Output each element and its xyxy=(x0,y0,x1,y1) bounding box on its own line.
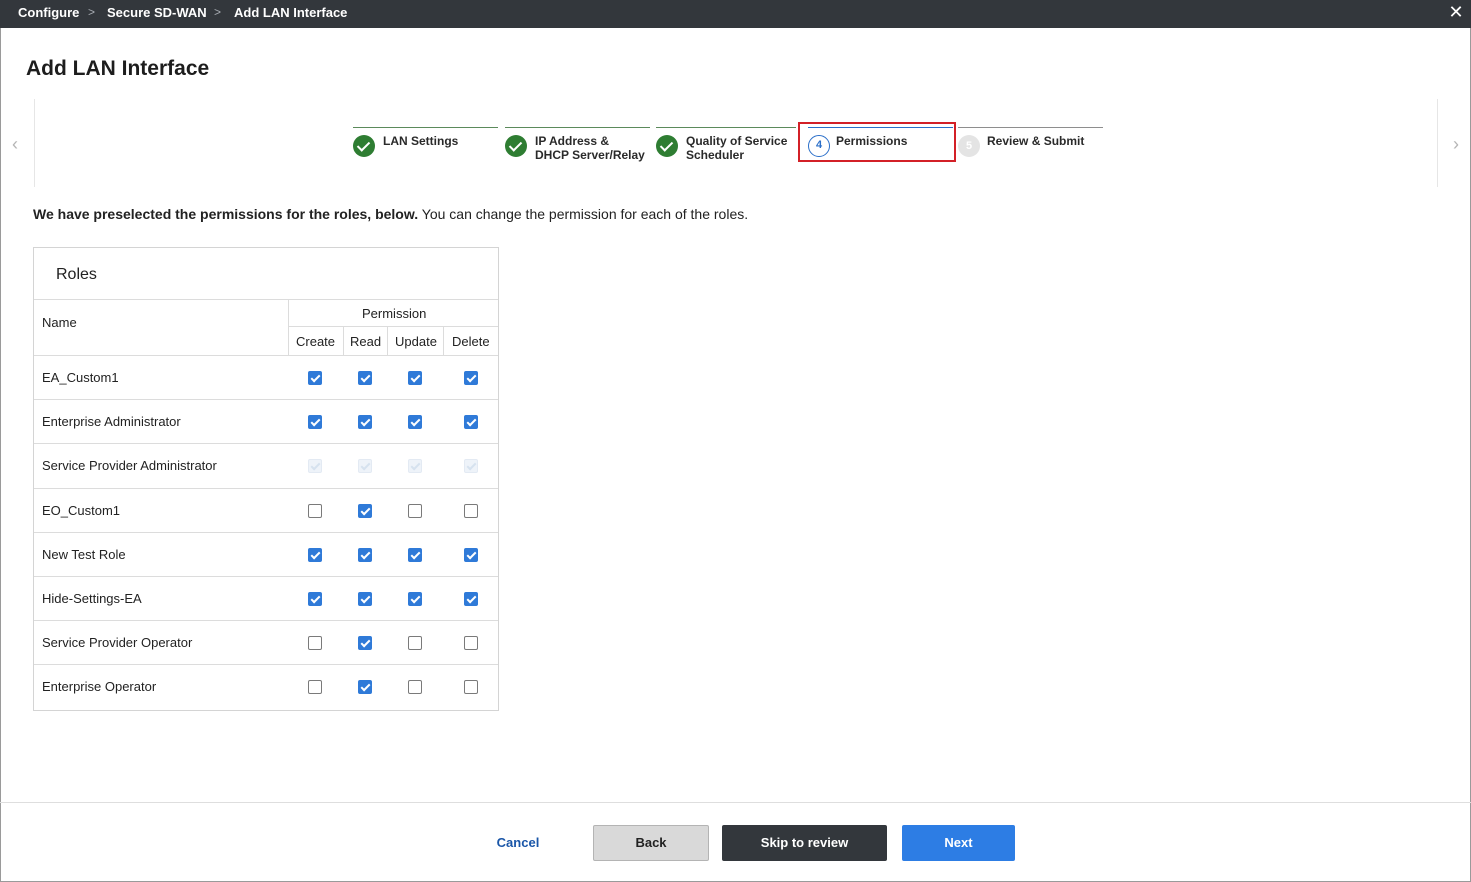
intro-text: We have preselected the permissions for … xyxy=(33,206,748,222)
cancel-button[interactable]: Cancel xyxy=(488,825,548,861)
column-header-permission: Permission xyxy=(362,306,427,321)
footer-divider xyxy=(0,802,1471,803)
checkbox-read[interactable] xyxy=(358,636,372,651)
column-header-name: Name xyxy=(42,315,77,330)
step-progress-line xyxy=(505,127,650,128)
checkbox-create[interactable] xyxy=(308,636,322,651)
checkbox-update[interactable] xyxy=(408,371,422,385)
checkbox-delete xyxy=(464,459,478,474)
checkbox-create xyxy=(308,459,322,474)
wizard-step-qos-scheduler[interactable]: Quality of Service Scheduler xyxy=(656,127,796,167)
checkbox-create[interactable] xyxy=(308,415,322,430)
roles-card: Roles Name Permission Create Read Update… xyxy=(33,247,499,711)
role-name: New Test Role xyxy=(42,546,126,562)
back-button[interactable]: Back xyxy=(593,825,709,861)
role-name: Enterprise Operator xyxy=(42,679,157,695)
column-header-create: Create xyxy=(296,334,336,349)
check-icon xyxy=(656,135,678,157)
checkbox-read[interactable] xyxy=(358,547,372,562)
top-bar: Configure > Secure SD-WAN > Add LAN Inte… xyxy=(0,0,1471,28)
checkbox-create[interactable] xyxy=(308,503,322,518)
checkbox-update[interactable] xyxy=(408,636,422,651)
checkbox-update[interactable] xyxy=(408,547,422,562)
intro-rest: You can change the permission for each o… xyxy=(418,206,749,222)
checkbox-delete[interactable] xyxy=(464,592,478,606)
check-icon xyxy=(505,135,527,157)
row-divider xyxy=(34,664,498,666)
step-number-icon: 5 xyxy=(958,135,980,157)
row-divider xyxy=(34,620,498,622)
chevron-right-icon[interactable]: › xyxy=(1448,134,1464,155)
step-label: LAN Settings xyxy=(383,134,459,148)
row-divider xyxy=(34,487,498,489)
wizard-step-review-submit[interactable]: 5 Review & Submit xyxy=(958,127,1103,167)
checkbox-update[interactable] xyxy=(408,680,422,695)
checkbox-read[interactable] xyxy=(358,371,372,385)
checkbox-delete[interactable] xyxy=(464,636,478,651)
checkbox-create[interactable] xyxy=(308,680,322,695)
divider xyxy=(443,326,444,355)
wizard-step-ip-address[interactable]: IP Address & DHCP Server/Relay xyxy=(505,127,650,167)
checkbox-read[interactable] xyxy=(358,503,372,518)
role-name: EA_Custom1 xyxy=(42,370,119,385)
roles-title: Roles xyxy=(56,266,97,283)
step-progress-line xyxy=(353,127,498,128)
role-name: Service Provider Operator xyxy=(42,635,193,651)
divider xyxy=(387,326,388,355)
row-divider xyxy=(34,531,498,533)
role-name: Enterprise Administrator xyxy=(42,414,181,430)
column-header-delete: Delete xyxy=(452,334,490,349)
divider xyxy=(343,326,344,355)
step-label: Quality of Service Scheduler xyxy=(686,134,788,162)
intro-bold: We have preselected the permissions for … xyxy=(33,206,419,222)
step-progress-line xyxy=(958,127,1103,128)
checkbox-delete[interactable] xyxy=(464,680,478,695)
checkbox-read[interactable] xyxy=(358,592,372,606)
skip-to-review-button[interactable]: Skip to review xyxy=(722,825,887,861)
checkbox-delete[interactable] xyxy=(464,547,478,562)
row-divider xyxy=(34,576,498,577)
column-header-read: Read xyxy=(350,334,382,349)
breadcrumb-secure-sdwan[interactable]: Secure SD-WAN xyxy=(107,5,207,20)
checkbox-create[interactable] xyxy=(308,547,322,562)
row-divider xyxy=(34,399,498,401)
current-step-highlight xyxy=(798,122,956,162)
breadcrumb-configure[interactable]: Configure xyxy=(18,5,79,20)
checkbox-update[interactable] xyxy=(408,415,422,430)
checkbox-delete[interactable] xyxy=(464,415,478,430)
breadcrumb-add-lan-interface: Add LAN Interface xyxy=(234,5,348,20)
role-name: Hide-Settings-EA xyxy=(42,591,142,606)
page-title: Add LAN Interface xyxy=(26,57,210,80)
row-divider xyxy=(34,443,498,445)
checkbox-update xyxy=(408,459,422,474)
checkbox-delete[interactable] xyxy=(464,371,478,385)
checkbox-delete[interactable] xyxy=(464,503,478,518)
checkbox-update[interactable] xyxy=(408,592,422,606)
check-icon xyxy=(353,135,375,157)
breadcrumb-separator-icon: > xyxy=(214,5,222,19)
breadcrumb-separator-icon: > xyxy=(88,5,96,19)
divider xyxy=(288,299,289,355)
checkbox-read xyxy=(358,459,372,474)
role-name: Service Provider Administrator xyxy=(42,458,217,474)
checkbox-update[interactable] xyxy=(408,503,422,518)
divider xyxy=(288,326,498,327)
checkbox-create[interactable] xyxy=(308,592,322,606)
checkbox-read[interactable] xyxy=(358,415,372,430)
step-progress-line xyxy=(656,127,796,128)
checkbox-read[interactable] xyxy=(358,680,372,695)
close-icon[interactable]: ✕ xyxy=(1447,2,1465,22)
wizard-step-lan-settings[interactable]: LAN Settings xyxy=(353,127,498,167)
divider xyxy=(34,299,498,300)
checkbox-create[interactable] xyxy=(308,371,322,385)
step-label: IP Address & DHCP Server/Relay xyxy=(535,134,645,162)
chevron-left-icon[interactable]: ‹ xyxy=(7,134,23,155)
step-label: Review & Submit xyxy=(987,134,1085,148)
next-button[interactable]: Next xyxy=(902,825,1015,861)
divider xyxy=(34,355,498,356)
role-name: EO_Custom1 xyxy=(42,502,121,518)
column-header-update: Update xyxy=(395,334,437,349)
